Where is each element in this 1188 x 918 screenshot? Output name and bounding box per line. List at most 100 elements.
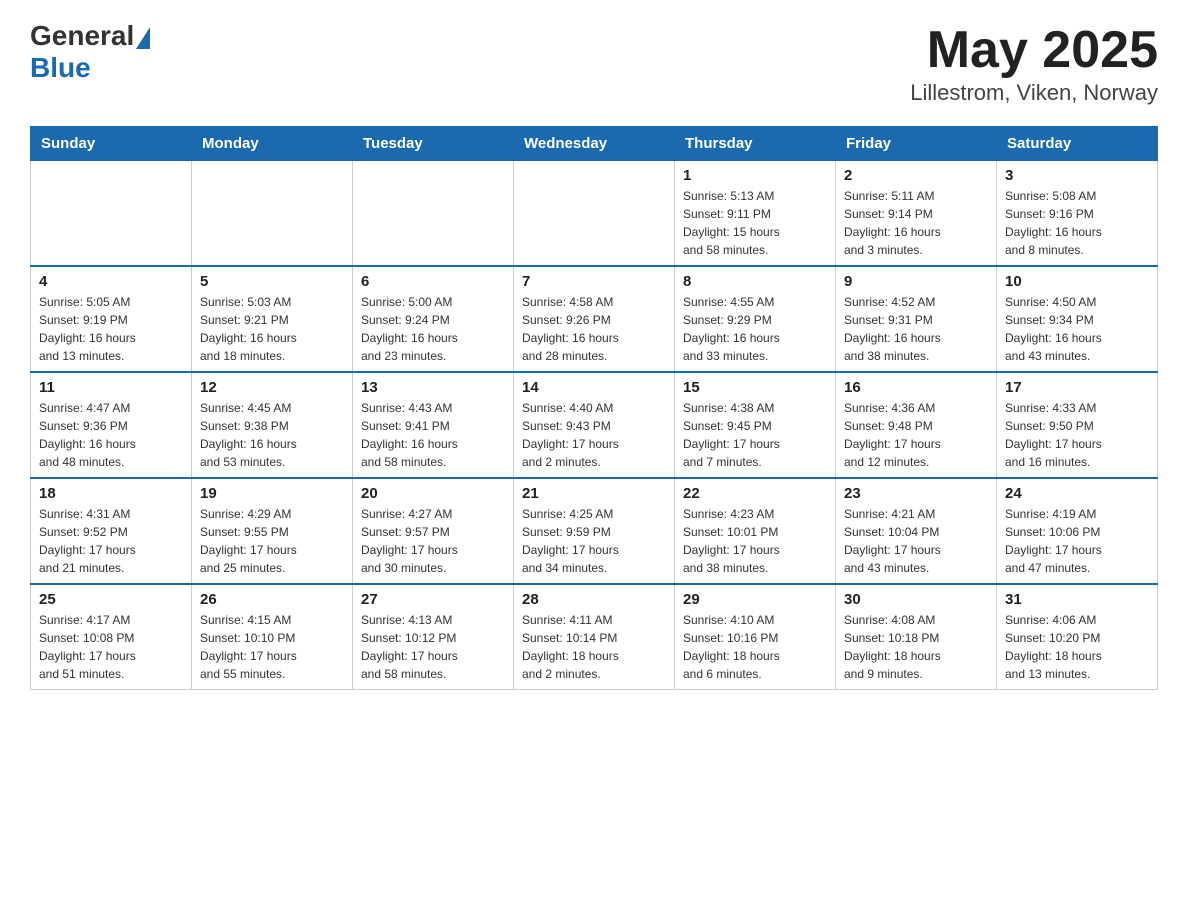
page-header: General Blue May 2025 Lillestrom, Viken,…	[30, 20, 1158, 106]
day-number: 14	[522, 379, 666, 396]
table-row: 24Sunrise: 4:19 AMSunset: 10:06 PMDaylig…	[997, 478, 1158, 584]
day-info: Sunrise: 4:45 AMSunset: 9:38 PMDaylight:…	[200, 399, 344, 471]
table-row: 2Sunrise: 5:11 AMSunset: 9:14 PMDaylight…	[836, 161, 997, 267]
week-row-5: 25 Sunrise: 4:17 AMSunset: 10:08 PMDaylig…	[31, 584, 1158, 690]
day-info: Sunrise: 4:27 AMSunset: 9:57 PMDaylight:…	[361, 505, 505, 577]
day-info: Sunrise: 4:15 AMSunset: 10:10 PMDaylight…	[200, 611, 344, 683]
day-number: 11	[39, 379, 183, 396]
day-info: Sunrise: 4:23 AMSunset: 10:01 PMDaylight…	[683, 505, 827, 577]
day-info: Sunrise: 5:05 AMSunset: 9:19 PMDaylight:…	[39, 293, 183, 365]
header-thursday: Thursday	[675, 127, 836, 161]
calendar-title: May 2025	[910, 20, 1158, 80]
logo: General Blue	[30, 20, 150, 84]
day-info: Sunrise: 4:50 AMSunset: 9:34 PMDaylight:…	[1005, 293, 1149, 365]
header-sunday: Sunday	[31, 127, 192, 161]
day-number: 17	[1005, 379, 1149, 396]
table-row: 17 Sunrise: 4:33 AMSunset: 9:50 PMDayligh…	[997, 372, 1158, 478]
header-wednesday: Wednesday	[514, 127, 675, 161]
day-number: 22	[683, 485, 827, 502]
logo-triangle-icon	[136, 27, 150, 49]
calendar-subtitle: Lillestrom, Viken, Norway	[910, 80, 1158, 106]
day-info: Sunrise: 4:13 AMSunset: 10:12 PMDaylight…	[361, 611, 505, 683]
day-info: Sunrise: 4:52 AMSunset: 9:31 PMDaylight:…	[844, 293, 988, 365]
table-row: 14 Sunrise: 4:40 AMSunset: 9:43 PMDayligh…	[514, 372, 675, 478]
day-info: Sunrise: 4:29 AMSunset: 9:55 PMDaylight:…	[200, 505, 344, 577]
day-number: 5	[200, 273, 344, 290]
table-row: 15 Sunrise: 4:38 AMSunset: 9:45 PMDayligh…	[675, 372, 836, 478]
day-info: Sunrise: 4:40 AMSunset: 9:43 PMDaylight:…	[522, 399, 666, 471]
day-number: 16	[844, 379, 988, 396]
table-row: 30 Sunrise: 4:08 AMSunset: 10:18 PMDaylig…	[836, 584, 997, 690]
day-number: 29	[683, 591, 827, 608]
table-row: 27 Sunrise: 4:13 AMSunset: 10:12 PMDaylig…	[353, 584, 514, 690]
day-info: Sunrise: 5:03 AMSunset: 9:21 PMDaylight:…	[200, 293, 344, 365]
day-number: 27	[361, 591, 505, 608]
table-row: 9 Sunrise: 4:52 AMSunset: 9:31 PMDaylight…	[836, 266, 997, 372]
day-info: Sunrise: 5:00 AMSunset: 9:24 PMDaylight:…	[361, 293, 505, 365]
weekday-header-row: Sunday Monday Tuesday Wednesday Thursday…	[31, 127, 1158, 161]
table-row: 18 Sunrise: 4:31 AMSunset: 9:52 PMDayligh…	[31, 478, 192, 584]
week-row-2: 4 Sunrise: 5:05 AMSunset: 9:19 PMDaylight…	[31, 266, 1158, 372]
table-row: 20Sunrise: 4:27 AMSunset: 9:57 PMDayligh…	[353, 478, 514, 584]
day-number: 9	[844, 273, 988, 290]
day-number: 12	[200, 379, 344, 396]
day-number: 23	[844, 485, 988, 502]
table-row: 29 Sunrise: 4:10 AMSunset: 10:16 PMDaylig…	[675, 584, 836, 690]
logo-general-text: General	[30, 20, 134, 52]
day-info: Sunrise: 5:13 AMSunset: 9:11 PMDaylight:…	[683, 187, 827, 259]
day-info: Sunrise: 4:43 AMSunset: 9:41 PMDaylight:…	[361, 399, 505, 471]
table-row: 23 Sunrise: 4:21 AMSunset: 10:04 PMDaylig…	[836, 478, 997, 584]
table-row: 13 Sunrise: 4:43 AMSunset: 9:41 PMDayligh…	[353, 372, 514, 478]
day-number: 18	[39, 485, 183, 502]
logo-blue-text: Blue	[30, 52, 150, 84]
table-row: 7Sunrise: 4:58 AMSunset: 9:26 PMDaylight…	[514, 266, 675, 372]
day-info: Sunrise: 4:06 AMSunset: 10:20 PMDaylight…	[1005, 611, 1149, 683]
table-row: 1 Sunrise: 5:13 AMSunset: 9:11 PMDaylight…	[675, 161, 836, 267]
table-row: 3Sunrise: 5:08 AMSunset: 9:16 PMDaylight…	[997, 161, 1158, 267]
table-row: 5 Sunrise: 5:03 AMSunset: 9:21 PMDaylight…	[192, 266, 353, 372]
table-row: 25 Sunrise: 4:17 AMSunset: 10:08 PMDaylig…	[31, 584, 192, 690]
day-info: Sunrise: 4:58 AMSunset: 9:26 PMDaylight:…	[522, 293, 666, 365]
table-row: 10 Sunrise: 4:50 AMSunset: 9:34 PMDayligh…	[997, 266, 1158, 372]
table-row	[353, 161, 514, 267]
day-number: 30	[844, 591, 988, 608]
table-row: 4 Sunrise: 5:05 AMSunset: 9:19 PMDaylight…	[31, 266, 192, 372]
day-number: 4	[39, 273, 183, 290]
day-number: 21	[522, 485, 666, 502]
day-info: Sunrise: 4:21 AMSunset: 10:04 PMDaylight…	[844, 505, 988, 577]
day-number: 15	[683, 379, 827, 396]
table-row	[31, 161, 192, 267]
day-number: 28	[522, 591, 666, 608]
day-info: Sunrise: 4:36 AMSunset: 9:48 PMDaylight:…	[844, 399, 988, 471]
table-row: 26 Sunrise: 4:15 AMSunset: 10:10 PMDaylig…	[192, 584, 353, 690]
day-info: Sunrise: 4:17 AMSunset: 10:08 PMDaylight…	[39, 611, 183, 683]
header-tuesday: Tuesday	[353, 127, 514, 161]
day-number: 10	[1005, 273, 1149, 290]
header-monday: Monday	[192, 127, 353, 161]
day-number: 1	[683, 167, 827, 184]
table-row: 11Sunrise: 4:47 AMSunset: 9:36 PMDayligh…	[31, 372, 192, 478]
day-number: 25	[39, 591, 183, 608]
table-row: 6Sunrise: 5:00 AMSunset: 9:24 PMDaylight…	[353, 266, 514, 372]
day-number: 13	[361, 379, 505, 396]
day-info: Sunrise: 4:38 AMSunset: 9:45 PMDaylight:…	[683, 399, 827, 471]
day-info: Sunrise: 4:31 AMSunset: 9:52 PMDaylight:…	[39, 505, 183, 577]
day-number: 2	[844, 167, 988, 184]
day-info: Sunrise: 4:19 AMSunset: 10:06 PMDaylight…	[1005, 505, 1149, 577]
week-row-4: 18 Sunrise: 4:31 AMSunset: 9:52 PMDayligh…	[31, 478, 1158, 584]
day-info: Sunrise: 4:08 AMSunset: 10:18 PMDaylight…	[844, 611, 988, 683]
calendar-table: Sunday Monday Tuesday Wednesday Thursday…	[30, 126, 1158, 690]
day-info: Sunrise: 4:33 AMSunset: 9:50 PMDaylight:…	[1005, 399, 1149, 471]
day-number: 31	[1005, 591, 1149, 608]
week-row-1: 1 Sunrise: 5:13 AMSunset: 9:11 PMDaylight…	[31, 161, 1158, 267]
table-row: 16 Sunrise: 4:36 AMSunset: 9:48 PMDayligh…	[836, 372, 997, 478]
day-number: 26	[200, 591, 344, 608]
table-row: 21 Sunrise: 4:25 AMSunset: 9:59 PMDayligh…	[514, 478, 675, 584]
day-info: Sunrise: 4:25 AMSunset: 9:59 PMDaylight:…	[522, 505, 666, 577]
header-saturday: Saturday	[997, 127, 1158, 161]
header-friday: Friday	[836, 127, 997, 161]
day-info: Sunrise: 5:08 AMSunset: 9:16 PMDaylight:…	[1005, 187, 1149, 259]
week-row-3: 11Sunrise: 4:47 AMSunset: 9:36 PMDayligh…	[31, 372, 1158, 478]
day-info: Sunrise: 4:10 AMSunset: 10:16 PMDaylight…	[683, 611, 827, 683]
day-info: Sunrise: 4:11 AMSunset: 10:14 PMDaylight…	[522, 611, 666, 683]
